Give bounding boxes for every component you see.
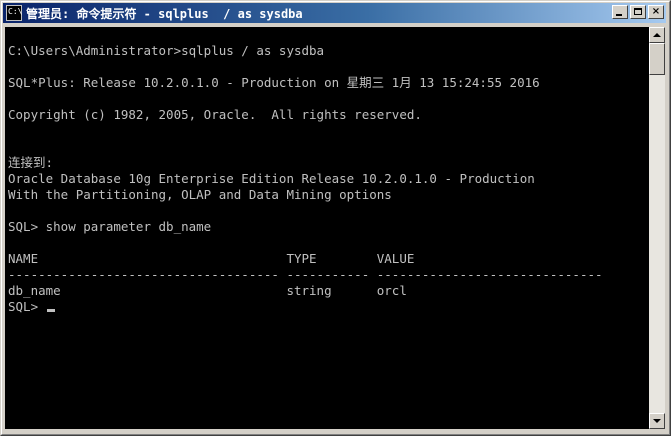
- maximize-button[interactable]: [630, 5, 646, 19]
- title-bar[interactable]: C:\ 管理员: 命令提示符 - sqlplus / as sysdba ×: [3, 3, 666, 23]
- column-separator-line: ------------------------------------ ---…: [8, 267, 603, 282]
- arrow-up-icon: [653, 33, 661, 37]
- close-button[interactable]: ×: [648, 5, 664, 19]
- arrow-down-icon: [653, 419, 661, 423]
- console-line: Copyright (c) 1982, 2005, Oracle. All ri…: [8, 107, 422, 122]
- scrollbar-thumb[interactable]: [649, 43, 665, 75]
- text-cursor: [46, 309, 55, 312]
- prompt-line[interactable]: SQL>: [8, 299, 55, 315]
- maximize-icon: [634, 8, 642, 15]
- close-icon: ×: [651, 6, 661, 17]
- console-line: C:\Users\Administrator>sqlplus / as sysd…: [8, 43, 325, 58]
- console-line: SQL> show parameter db_name: [8, 219, 212, 234]
- sql-prompt: SQL>: [8, 299, 46, 314]
- console-line: 连接到:: [8, 155, 54, 170]
- result-row: db_name string orcl: [8, 283, 407, 298]
- console-output[interactable]: C:\Users\Administrator>sqlplus / as sysd…: [5, 27, 649, 429]
- column-header-line: NAME TYPE VALUE: [8, 251, 415, 266]
- title-buttons: ×: [612, 5, 664, 19]
- cmd-icon[interactable]: C:\: [6, 5, 22, 21]
- scroll-up-button[interactable]: [649, 27, 665, 43]
- window-title: 管理员: 命令提示符 - sqlplus / as sysdba: [26, 6, 303, 21]
- minimize-icon: [616, 14, 622, 16]
- console-line: With the Partitioning, OLAP and Data Min…: [8, 187, 392, 202]
- scroll-down-button[interactable]: [649, 413, 665, 429]
- console-line: Oracle Database 10g Enterprise Edition R…: [8, 171, 535, 186]
- console-line: SQL*Plus: Release 10.2.0.1.0 - Productio…: [8, 75, 540, 90]
- vertical-scrollbar[interactable]: [649, 27, 665, 429]
- minimize-button[interactable]: [612, 5, 628, 19]
- console-window: C:\ 管理员: 命令提示符 - sqlplus / as sysdba × C…: [0, 0, 671, 436]
